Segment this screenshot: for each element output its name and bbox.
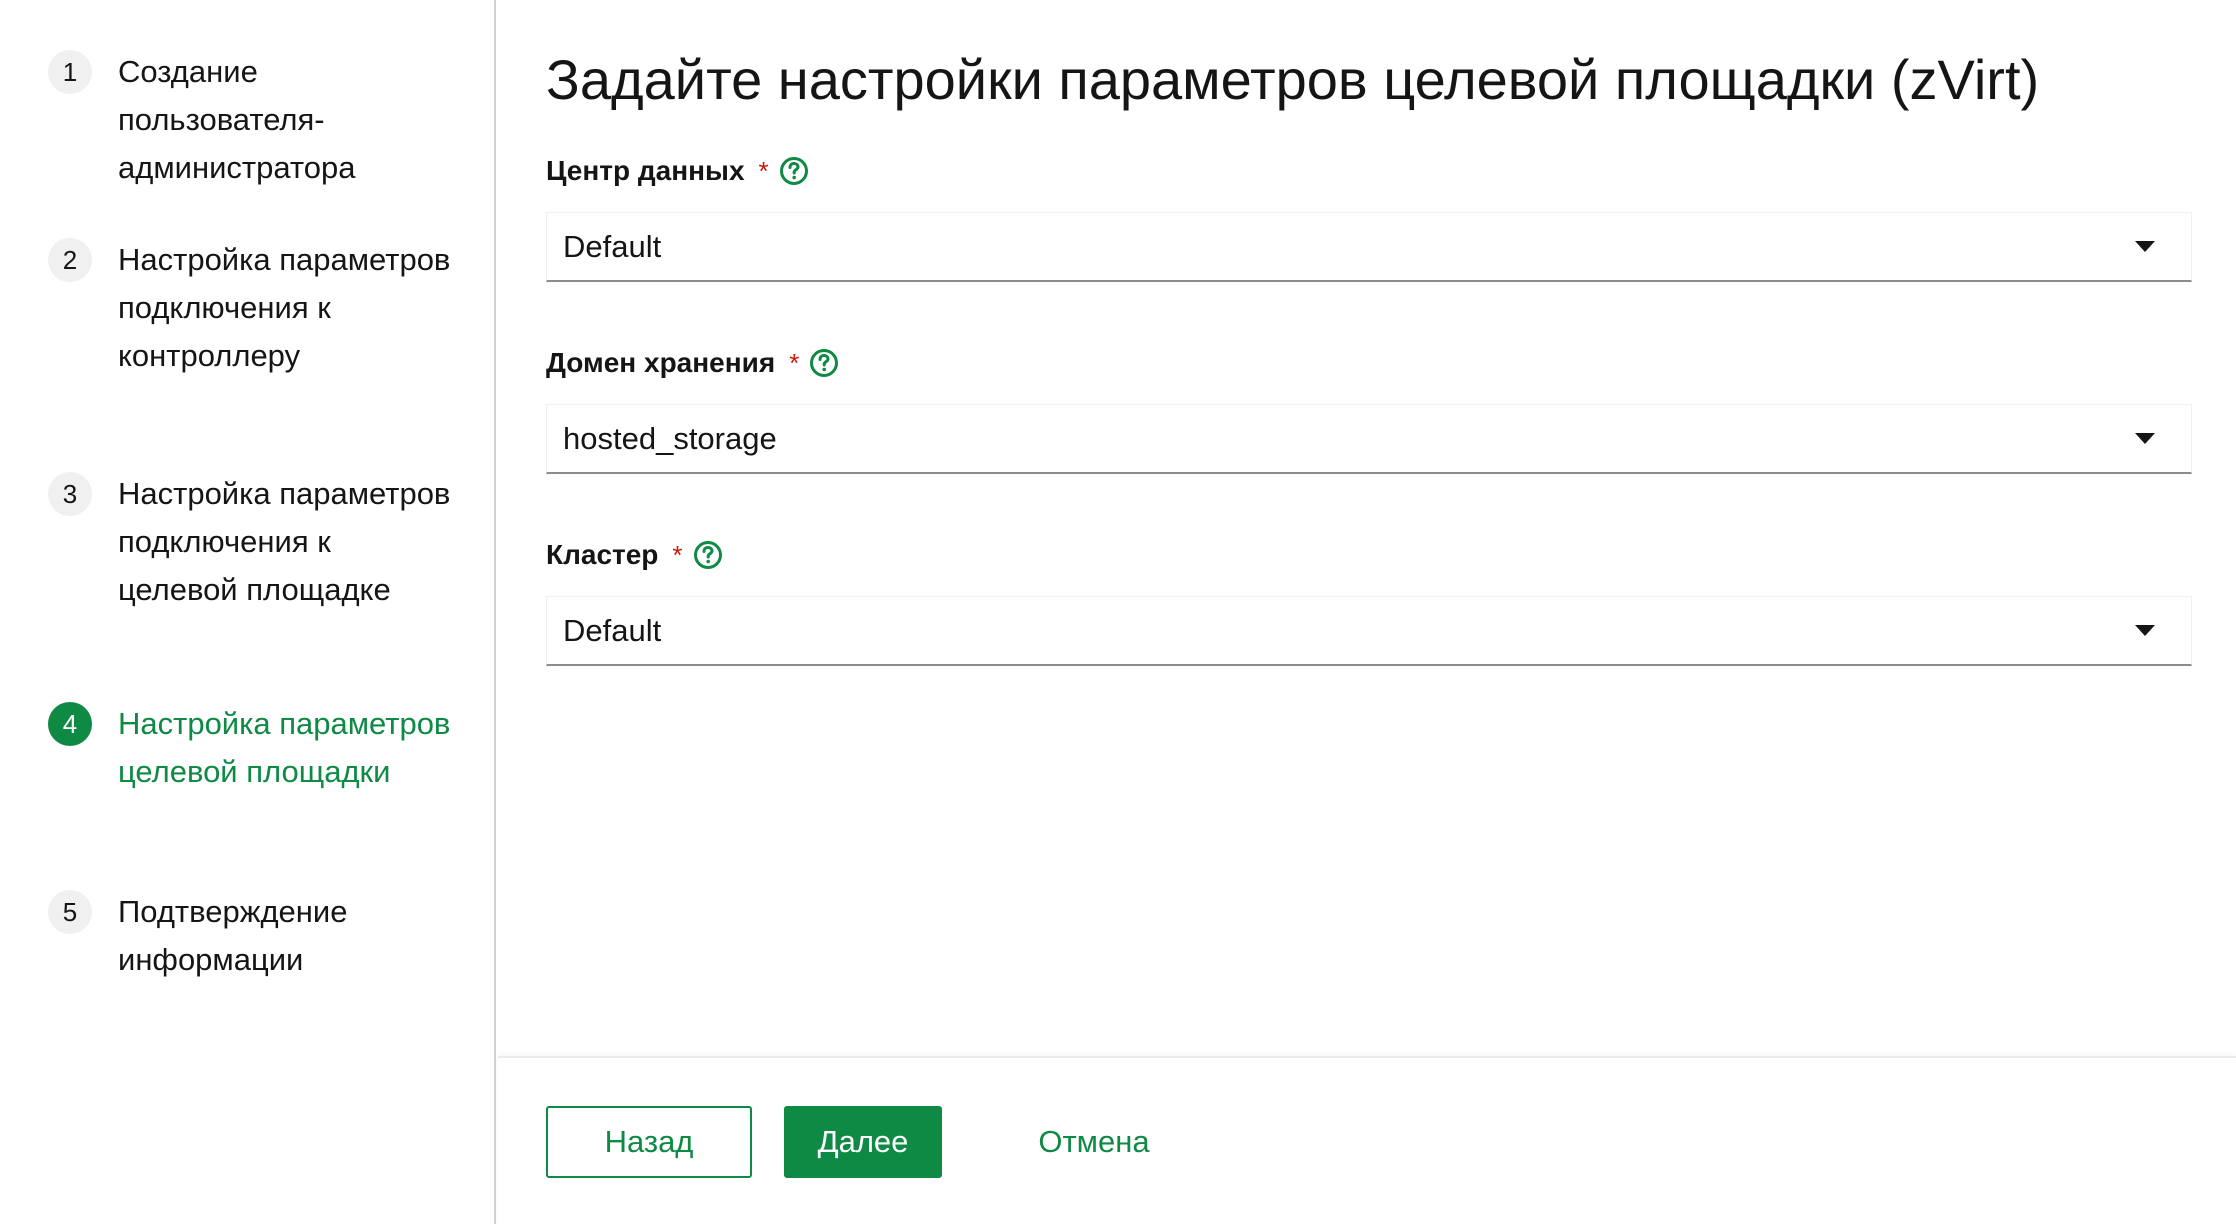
step-label: Настройка параметров подключения к целев…: [118, 476, 451, 607]
step-number: 4: [48, 702, 92, 746]
field-label-storage-domain: Домен хранения *: [546, 343, 839, 383]
required-mark: *: [789, 347, 800, 378]
step-number: 3: [48, 472, 92, 516]
field-label-cluster: Кластер *: [546, 535, 723, 575]
back-button[interactable]: Назад: [546, 1106, 752, 1178]
field-label-text: Кластер: [546, 539, 659, 570]
help-circle-icon[interactable]: [693, 540, 723, 570]
cluster-select-value: Default: [563, 613, 662, 648]
help-circle-icon[interactable]: [779, 156, 809, 186]
wizard: 1 Создание пользователя-администратора 2…: [0, 0, 2236, 1224]
wizard-step-5[interactable]: 5 Подтверждение информации: [48, 888, 458, 984]
step-label: Подтверждение информации: [118, 894, 348, 977]
cancel-button[interactable]: Отмена: [1014, 1106, 1174, 1178]
wizard-steps-nav: 1 Создание пользователя-администратора 2…: [0, 0, 496, 1224]
help-circle-icon[interactable]: [809, 348, 839, 378]
wizard-step-2[interactable]: 2 Настройка параметров подключения к кон…: [48, 236, 458, 380]
field-label-datacenter: Центр данных *: [546, 151, 809, 191]
caret-down-icon: [2135, 433, 2155, 444]
cluster-select[interactable]: Default: [546, 596, 2192, 666]
field-label-text: Центр данных: [546, 155, 745, 186]
storage-domain-select-value: hosted_storage: [563, 421, 777, 456]
caret-down-icon: [2135, 625, 2155, 636]
step-number: 2: [48, 238, 92, 282]
step-label: Настройка параметров целевой площадки: [118, 706, 451, 789]
caret-down-icon: [2135, 241, 2155, 252]
page-title: Задайте настройки параметров целевой пло…: [546, 48, 2040, 111]
required-mark: *: [672, 539, 683, 570]
step-label: Настройка параметров подключения к контр…: [118, 242, 451, 373]
wizard-step-1[interactable]: 1 Создание пользователя-администратора: [48, 48, 458, 192]
datacenter-select-value: Default: [563, 229, 662, 264]
next-button[interactable]: Далее: [784, 1106, 942, 1178]
step-number: 1: [48, 50, 92, 94]
step-label: Создание пользователя-администратора: [118, 54, 356, 185]
datacenter-select[interactable]: Default: [546, 212, 2192, 282]
wizard-main: Задайте настройки параметров целевой пло…: [498, 0, 2236, 1056]
wizard-footer: Назад Далее Отмена: [498, 1056, 2236, 1224]
storage-domain-select[interactable]: hosted_storage: [546, 404, 2192, 474]
required-mark: *: [758, 155, 769, 186]
step-number: 5: [48, 890, 92, 934]
wizard-step-4[interactable]: 4 Настройка параметров целевой площадки: [48, 700, 458, 796]
field-label-text: Домен хранения: [546, 347, 776, 378]
wizard-step-3[interactable]: 3 Настройка параметров подключения к цел…: [48, 470, 458, 614]
